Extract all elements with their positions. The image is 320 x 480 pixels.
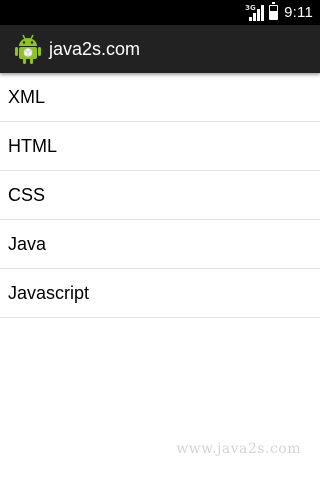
status-clock: 9:11 (284, 4, 313, 21)
android-icon[interactable] (14, 33, 42, 65)
list-item[interactable]: Java (0, 220, 320, 269)
list-item[interactable]: CSS (0, 171, 320, 220)
item-list: XML HTML CSS Java Javascript (0, 73, 320, 318)
list-item[interactable]: HTML (0, 122, 320, 171)
signal-icon: 3G (245, 3, 265, 21)
list-item-label: Java (8, 233, 47, 254)
watermark: www.java2s.com (176, 441, 301, 457)
list-item-label: XML (8, 86, 46, 107)
battery-icon (269, 2, 279, 20)
action-bar: java2s.com (0, 25, 320, 73)
list-item[interactable]: Javascript (0, 269, 320, 318)
list-item-label: CSS (8, 184, 46, 205)
app-title: java2s.com (49, 38, 141, 59)
list-item-label: HTML (8, 135, 57, 156)
list-item[interactable]: XML (0, 73, 320, 122)
status-bar: 3G 9:11 (0, 0, 320, 25)
status-icons: 3G 9:11 (245, 2, 313, 21)
list-item-label: Javascript (8, 282, 90, 303)
network-type-label: 3G (245, 3, 256, 12)
